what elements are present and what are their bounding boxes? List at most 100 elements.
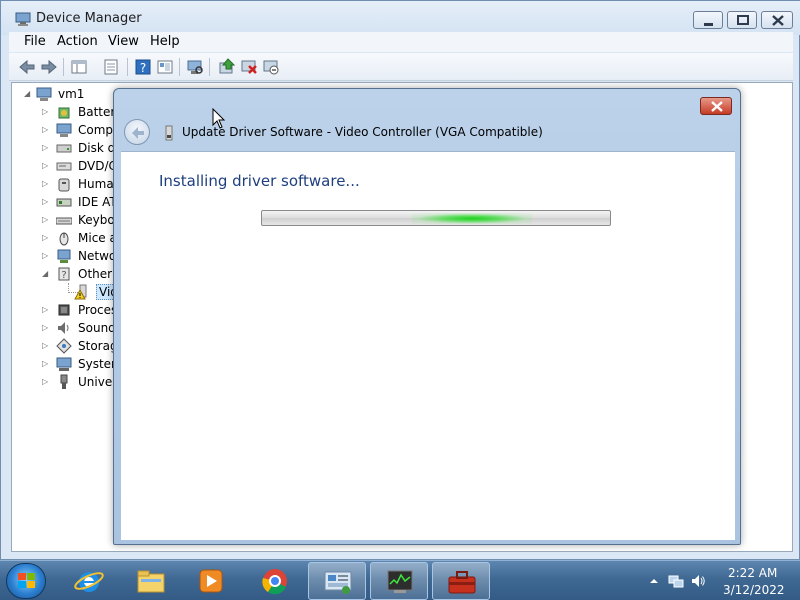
collapse-arrow-icon[interactable]: ◢ xyxy=(42,269,50,278)
toolbar-separator xyxy=(127,58,128,76)
task-manager-icon xyxy=(387,570,413,593)
tree-item[interactable]: ▷ Storage xyxy=(12,337,125,355)
expand-arrow-icon[interactable]: ▷ xyxy=(42,107,50,116)
expand-arrow-icon[interactable]: ▷ xyxy=(42,179,50,188)
toolbar: ? xyxy=(9,53,793,81)
tree-root[interactable]: ◢ vm1 xyxy=(12,85,122,103)
svg-text:?: ? xyxy=(140,61,146,75)
window-title: Device Manager xyxy=(36,11,142,26)
taskbar-file-explorer[interactable] xyxy=(122,562,180,600)
mouse-cursor-icon xyxy=(212,107,226,130)
forward-arrow-icon[interactable] xyxy=(39,57,59,77)
installing-heading: Installing driver software... xyxy=(159,172,360,190)
tree-item[interactable]: ▷ Disk dr xyxy=(12,139,122,157)
network-icon[interactable] xyxy=(668,573,684,589)
tree-item[interactable]: ▷ System xyxy=(12,355,123,373)
device-manager-taskbar-icon xyxy=(448,571,476,594)
control-panel-icon xyxy=(324,571,352,594)
progress-glow xyxy=(412,213,532,224)
back-arrow-icon[interactable] xyxy=(17,57,37,77)
expand-arrow-icon[interactable]: ▷ xyxy=(42,341,50,350)
show-hidden-icons-chevron[interactable] xyxy=(646,573,662,589)
volume-icon[interactable] xyxy=(690,573,706,589)
progress-bar xyxy=(261,210,611,226)
tree-item[interactable]: ▷ IDE AT xyxy=(12,193,122,211)
tree-item[interactable]: ◢? Other d xyxy=(12,265,124,283)
tree-item[interactable]: ▷ Univers xyxy=(12,373,123,391)
taskbar-internet-explorer[interactable] xyxy=(60,562,118,600)
uninstall-icon[interactable] xyxy=(239,57,259,77)
scan-hardware-icon[interactable] xyxy=(185,57,205,77)
taskbar-device-manager[interactable] xyxy=(432,562,490,600)
menu-view[interactable]: View xyxy=(108,34,139,49)
expand-arrow-icon[interactable]: ▷ xyxy=(42,359,50,368)
tree-item-label: IDE AT xyxy=(78,195,117,209)
taskbar-media-player[interactable] xyxy=(182,562,240,600)
tree-item[interactable]: ▷ Batterie xyxy=(12,103,126,121)
battery-icon xyxy=(56,104,72,120)
media-player-icon xyxy=(199,569,223,593)
tree-item-label: Netwo xyxy=(78,249,117,263)
dialog-close-button[interactable] xyxy=(700,97,732,115)
start-button[interactable] xyxy=(6,563,46,599)
clock-date[interactable]: 3/12/2022 xyxy=(723,583,785,597)
tree-item[interactable]: ▷ Compu xyxy=(12,121,122,139)
expand-arrow-icon[interactable]: ▷ xyxy=(42,305,50,314)
view-icon[interactable] xyxy=(155,57,175,77)
update-driver-dialog: Update Driver Software - Video Controlle… xyxy=(113,88,741,545)
tree-item[interactable]: Vid xyxy=(12,283,122,301)
title-bar[interactable]: Device Manager xyxy=(1,1,800,35)
expand-arrow-icon[interactable]: ▷ xyxy=(42,233,50,242)
expand-arrow-icon[interactable]: ▷ xyxy=(42,215,50,224)
update-driver-icon[interactable] xyxy=(217,57,237,77)
usb-icon xyxy=(56,374,72,390)
tree-item[interactable]: ▷ DVD/C xyxy=(12,157,122,175)
taskbar: 2:22 AM 3/12/2022 xyxy=(0,560,800,600)
back-button[interactable] xyxy=(124,119,150,145)
sound-icon xyxy=(56,320,72,336)
disable-device-icon[interactable] xyxy=(261,57,281,77)
expand-arrow-icon[interactable]: ▷ xyxy=(42,161,50,170)
windows-start-icon xyxy=(18,573,35,588)
maximize-button[interactable] xyxy=(727,11,757,29)
minimize-icon xyxy=(704,23,713,26)
menu-action[interactable]: Action xyxy=(57,34,98,49)
dialog-title: Update Driver Software - Video Controlle… xyxy=(182,125,543,139)
tree-item[interactable]: ▷ Keyboa xyxy=(12,211,122,229)
taskbar-chrome[interactable] xyxy=(246,562,304,600)
properties-icon[interactable] xyxy=(101,57,121,77)
clock-time[interactable]: 2:22 AM xyxy=(728,566,777,580)
tree-item[interactable]: ▷ Netwo xyxy=(12,247,122,265)
tree-item-label: Mice a xyxy=(78,231,117,245)
close-icon xyxy=(711,101,723,112)
processor-icon xyxy=(56,302,72,318)
close-button[interactable] xyxy=(761,11,793,29)
network-icon xyxy=(56,248,72,264)
expand-arrow-icon[interactable]: ▷ xyxy=(42,143,50,152)
show-hide-tree-icon[interactable] xyxy=(69,57,89,77)
close-icon xyxy=(772,15,784,26)
expand-arrow-icon[interactable]: ▷ xyxy=(42,323,50,332)
expand-arrow-icon[interactable]: ▷ xyxy=(42,377,50,386)
storage-icon xyxy=(56,338,72,354)
toolbar-separator xyxy=(179,58,180,76)
minimize-button[interactable] xyxy=(693,11,723,29)
menu-bar: File Action View Help xyxy=(9,32,793,52)
maximize-icon xyxy=(737,15,749,25)
expand-arrow-icon[interactable]: ▷ xyxy=(42,197,50,206)
taskbar-task-manager[interactable] xyxy=(370,562,428,600)
tree-item[interactable]: ▷ Sound, xyxy=(12,319,122,337)
other-devices-icon: ? xyxy=(56,266,72,282)
help-icon[interactable]: ? xyxy=(133,57,153,77)
tree-item[interactable]: ▷ Mice a xyxy=(12,229,122,247)
disk-drive-icon xyxy=(56,140,72,156)
expand-arrow-icon[interactable]: ▷ xyxy=(42,251,50,260)
tree-item[interactable]: ▷ Human xyxy=(12,175,122,193)
tree-item[interactable]: ▷ Proces xyxy=(12,301,122,319)
expand-arrow-icon[interactable]: ▷ xyxy=(42,125,50,134)
menu-file[interactable]: File xyxy=(24,34,46,49)
taskbar-control-panel[interactable] xyxy=(308,562,366,600)
file-explorer-icon xyxy=(137,570,165,593)
collapse-arrow-icon[interactable]: ◢ xyxy=(24,89,32,98)
menu-help[interactable]: Help xyxy=(150,34,180,49)
